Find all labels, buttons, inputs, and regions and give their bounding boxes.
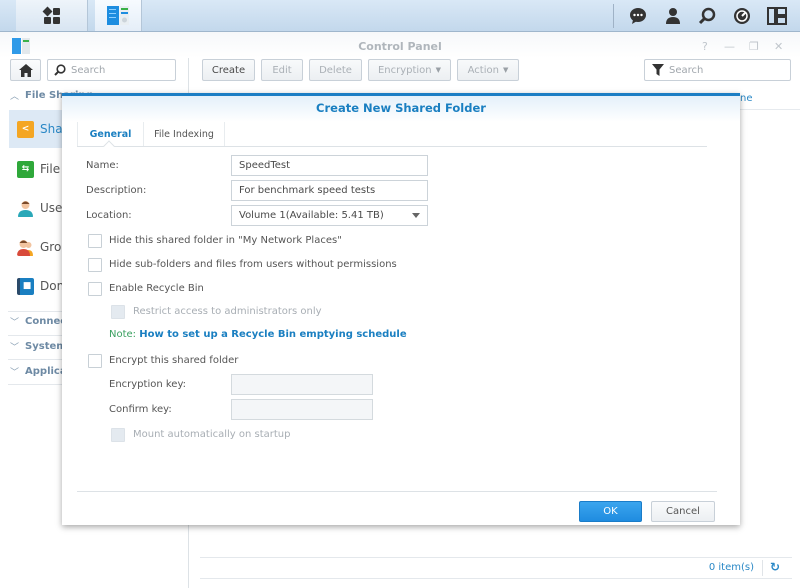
confirm-key-input[interactable] <box>231 399 373 420</box>
location-value: Volume 1(Available: 5.41 TB) <box>239 210 384 221</box>
chevron-down-icon <box>412 213 420 218</box>
delete-button[interactable]: Delete <box>309 59 362 81</box>
edit-button[interactable]: Edit <box>261 59 303 81</box>
home-icon <box>18 63 33 77</box>
close-button[interactable]: ✕ <box>774 40 783 53</box>
group-icon <box>17 239 33 256</box>
search-icon <box>54 64 66 76</box>
action-label: Action <box>467 64 499 76</box>
chevron-down-icon: ﹀ <box>10 343 20 353</box>
confirm-key-label: Confirm key: <box>109 404 172 415</box>
footer-separator <box>762 560 763 576</box>
dialog-title: Create New Shared Folder <box>62 96 740 122</box>
action-dropdown[interactable]: Action ▼ <box>457 59 519 81</box>
help-button[interactable]: ? <box>702 40 708 53</box>
dashboard-icon[interactable] <box>732 6 752 26</box>
shared-folder-icon: < <box>17 120 34 138</box>
chevron-down-icon: ▼ <box>435 66 442 74</box>
sidebar-group-system[interactable]: ﹀ System <box>10 340 67 353</box>
note-prefix: Note: <box>109 329 140 340</box>
hide-subfolders-label: Hide sub-folders and files from users wi… <box>109 259 397 270</box>
hide-network-places-checkbox[interactable] <box>88 234 102 248</box>
location-select[interactable]: Volume 1(Available: 5.41 TB) <box>231 205 428 226</box>
filter-icon <box>652 64 664 76</box>
home-button[interactable] <box>10 59 41 81</box>
user-icon <box>18 200 33 217</box>
sidebar-search-placeholder: Search <box>71 64 106 76</box>
mount-auto-checkbox[interactable] <box>111 428 125 442</box>
chevron-down-icon: ﹀ <box>10 368 20 378</box>
chat-icon[interactable] <box>628 6 648 26</box>
restrict-admin-label: Restrict access to administrators only <box>133 306 322 317</box>
minimize-button[interactable]: — <box>724 40 735 53</box>
encryption-dropdown[interactable]: Encryption ▼ <box>368 59 451 81</box>
file-services-icon: ⇆ <box>17 160 34 178</box>
grid-footer <box>200 557 792 579</box>
grid-column-header[interactable]: ne <box>740 93 753 104</box>
item-count: 0 item(s) <box>708 562 754 573</box>
chevron-up-icon: ︿ <box>10 92 20 102</box>
enable-recycle-bin-checkbox[interactable] <box>88 282 102 296</box>
recycle-bin-note: Note: How to set up a Recycle Bin emptyi… <box>109 329 407 340</box>
dialog-footer-divider <box>77 491 717 492</box>
mount-auto-label: Mount automatically on startup <box>133 429 291 440</box>
filter-search-input[interactable]: Search <box>644 59 791 81</box>
cancel-button[interactable]: Cancel <box>651 501 715 522</box>
grid-icon <box>42 6 60 24</box>
name-label: Name: <box>86 160 119 171</box>
taskbar-control-panel[interactable] <box>95 0 142 31</box>
create-button[interactable]: Create <box>202 59 255 81</box>
window-title: Control Panel <box>358 40 442 53</box>
refresh-icon[interactable]: ↻ <box>770 560 780 574</box>
domain-icon: ■ <box>17 277 34 295</box>
encryption-key-label: Encryption key: <box>109 379 187 390</box>
hide-network-places-label: Hide this shared folder in "My Network P… <box>109 235 342 246</box>
description-input[interactable]: For benchmark speed tests <box>231 180 428 201</box>
encrypt-label: Encrypt this shared folder <box>109 355 239 366</box>
sidebar-search-input[interactable]: Search <box>47 59 176 81</box>
restore-button[interactable]: ❐ <box>749 40 759 53</box>
taskbar-separator <box>613 4 614 28</box>
tab-file-indexing[interactable]: File Indexing <box>143 122 225 146</box>
location-label: Location: <box>86 210 132 221</box>
restrict-admin-checkbox[interactable] <box>111 305 125 319</box>
taskbar <box>0 0 800 32</box>
description-label: Description: <box>86 185 147 196</box>
search-icon[interactable] <box>697 6 717 26</box>
hide-subfolders-checkbox[interactable] <box>88 258 102 272</box>
ok-button[interactable]: OK <box>579 501 642 522</box>
chevron-down-icon: ﹀ <box>10 318 20 328</box>
main-menu-button[interactable] <box>16 0 88 31</box>
filter-search-placeholder: Search <box>669 64 704 76</box>
enable-recycle-bin-label: Enable Recycle Bin <box>109 283 204 294</box>
encrypt-checkbox[interactable] <box>88 354 102 368</box>
encryption-label: Encryption <box>377 64 432 76</box>
dialog-tabs: General File Indexing <box>77 122 707 152</box>
widgets-icon[interactable] <box>767 6 787 26</box>
user-icon[interactable] <box>663 6 683 26</box>
name-input[interactable]: SpeedTest <box>231 155 428 176</box>
encryption-key-input[interactable] <box>231 374 373 395</box>
control-panel-icon <box>107 5 129 25</box>
chevron-down-icon: ▼ <box>502 66 509 74</box>
recycle-bin-schedule-link[interactable]: How to set up a Recycle Bin emptying sch… <box>139 329 406 340</box>
create-shared-folder-dialog: Create New Shared Folder General File In… <box>62 93 740 525</box>
